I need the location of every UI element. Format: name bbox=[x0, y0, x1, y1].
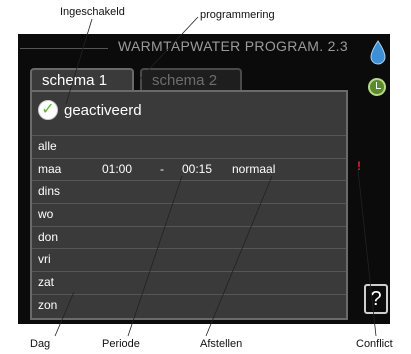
day-label: alle bbox=[38, 139, 57, 153]
schedule-panel: ✓ geactiveerd alle maa 01:00 - 00:15 nor… bbox=[30, 90, 348, 320]
water-drop-icon bbox=[370, 40, 386, 65]
help-icon[interactable]: ? bbox=[364, 284, 388, 314]
day-label: vri bbox=[38, 252, 51, 267]
checkmark-icon[interactable]: ✓ bbox=[38, 100, 58, 120]
callout-programmering: programmering bbox=[200, 9, 275, 21]
schedule-row-monday[interactable]: maa 01:00 - 00:15 normaal bbox=[32, 157, 346, 181]
callout-dag: Dag bbox=[30, 338, 51, 350]
schedule-row-tuesday[interactable]: dins bbox=[32, 180, 346, 203]
day-label: maa bbox=[38, 161, 62, 176]
title-divider bbox=[20, 48, 108, 49]
period-end[interactable]: 00:15 bbox=[182, 159, 212, 180]
activated-toggle[interactable]: ✓ geactiveerd bbox=[38, 100, 142, 120]
callout-conflict: Conflict bbox=[356, 338, 393, 350]
schedule-row-friday[interactable]: vri bbox=[32, 248, 346, 271]
clock-icon bbox=[368, 78, 386, 96]
tab-schema-1[interactable]: schema 1 bbox=[30, 68, 134, 90]
day-label: zon bbox=[38, 297, 58, 312]
schedule-row-sunday[interactable]: zon bbox=[32, 293, 346, 317]
schedule-row-all[interactable]: alle bbox=[32, 135, 346, 158]
adjust-mode[interactable]: normaal bbox=[232, 159, 275, 180]
schedule-row-thursday[interactable]: don bbox=[32, 225, 346, 249]
schedule-row-wednesday[interactable]: wo bbox=[32, 203, 346, 226]
period-separator: - bbox=[160, 161, 164, 176]
tab-schema-2[interactable]: schema 2 bbox=[140, 68, 242, 90]
day-label: zat bbox=[38, 275, 55, 290]
day-label: don bbox=[38, 229, 59, 244]
conflict-marker: ! bbox=[357, 159, 361, 173]
day-label: dins bbox=[38, 184, 61, 199]
schedule-row-saturday[interactable]: zat bbox=[32, 271, 346, 294]
day-label: wo bbox=[38, 207, 54, 222]
schedule-rows: alle maa 01:00 - 00:15 normaal dins wo d… bbox=[32, 135, 346, 317]
callout-ingeschakeld: Ingeschakeld bbox=[60, 6, 125, 18]
device-screen: WARMTAPWATER PROGRAM. 2.3 schema 1 schem… bbox=[18, 34, 390, 324]
page-title: WARMTAPWATER PROGRAM. 2.3 bbox=[118, 38, 348, 54]
activated-label: geactiveerd bbox=[64, 101, 142, 119]
callout-periode: Periode bbox=[102, 338, 140, 350]
callout-afstellen: Afstellen bbox=[200, 338, 243, 350]
period-start[interactable]: 01:00 bbox=[102, 159, 132, 180]
